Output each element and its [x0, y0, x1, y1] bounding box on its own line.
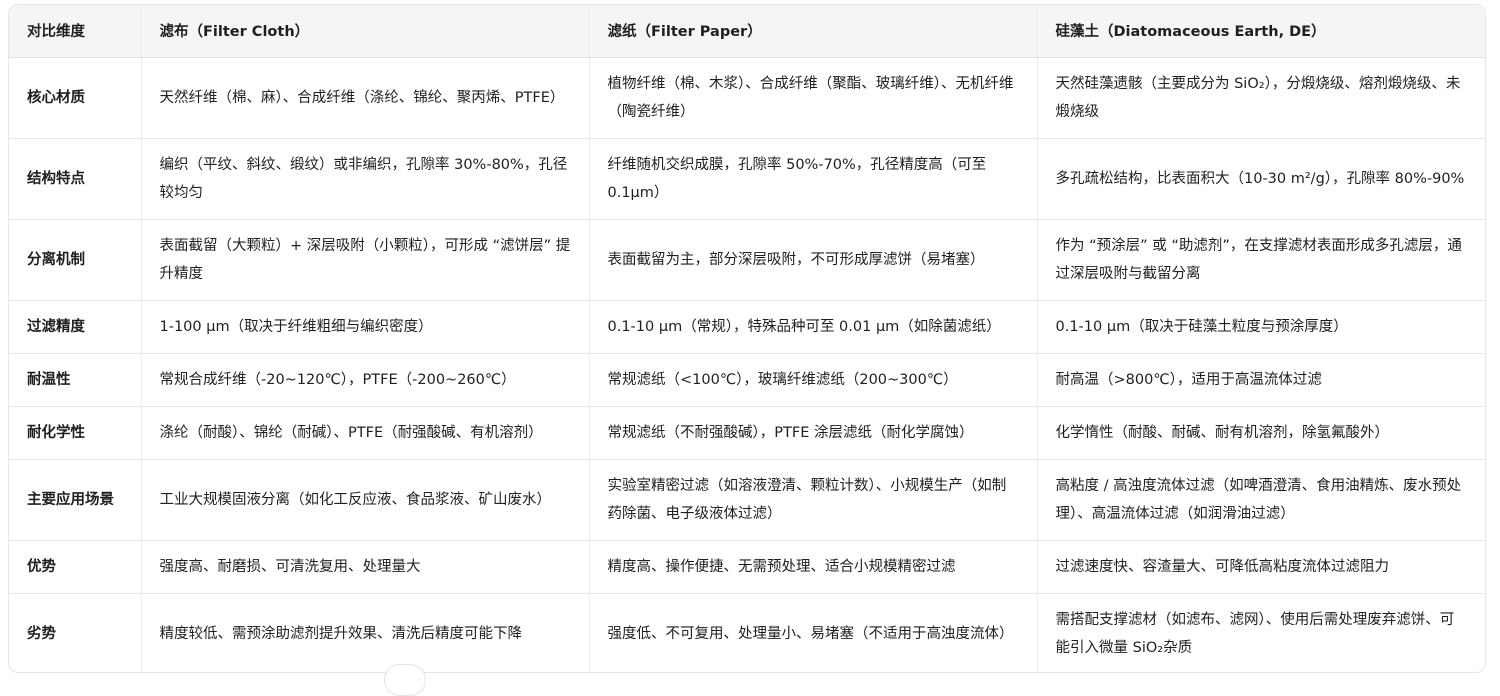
row-label: 耐化学性 — [9, 406, 142, 460]
header-filter-cloth: 滤布（Filter Cloth） — [141, 5, 590, 58]
table-row: 过滤精度 1-100 μm（取决于纤维粗细与编织密度） 0.1-10 μm（常规… — [9, 300, 1485, 354]
table-cell: 作为 “预涂层” 或 “助滤剂”，在支撑滤材表面形成多孔滤层，通过深层吸附与截留… — [1037, 219, 1485, 301]
row-label: 核心材质 — [9, 57, 142, 139]
row-label: 劣势 — [9, 593, 142, 672]
table-row: 核心材质 天然纤维（棉、麻）、合成纤维（涤纶、锦纶、聚丙烯、PTFE） 植物纤维… — [9, 57, 1485, 139]
table-cell: 常规合成纤维（-20~120℃），PTFE（-200~260℃） — [141, 353, 590, 407]
row-label: 过滤精度 — [9, 300, 142, 354]
table-cell: 编织（平纹、斜纹、缎纹）或非编织，孔隙率 30%-80%，孔径较均匀 — [141, 138, 590, 220]
table-cell: 0.1-10 μm（常规），特殊品种可至 0.01 μm（如除菌滤纸） — [589, 300, 1038, 354]
row-label: 优势 — [9, 540, 142, 594]
row-label: 分离机制 — [9, 219, 142, 301]
row-label: 耐温性 — [9, 353, 142, 407]
table-row: 结构特点 编织（平纹、斜纹、缎纹）或非编织，孔隙率 30%-80%，孔径较均匀 … — [9, 138, 1485, 220]
table-row: 分离机制 表面截留（大颗粒）+ 深层吸附（小颗粒），可形成 “滤饼层” 提升精度… — [9, 219, 1485, 301]
table-cell: 过滤速度快、容渣量大、可降低高粘度流体过滤阻力 — [1037, 540, 1485, 594]
table-cell: 天然硅藻遗骸（主要成分为 SiO₂），分煅烧级、熔剂煅烧级、未煅烧级 — [1037, 57, 1485, 139]
table-cell: 实验室精密过滤（如溶液澄清、颗粒计数）、小规模生产（如制药除菌、电子级液体过滤） — [589, 459, 1038, 541]
table-row: 耐温性 常规合成纤维（-20~120℃），PTFE（-200~260℃） 常规滤… — [9, 353, 1485, 407]
row-label: 结构特点 — [9, 138, 142, 220]
table-cell: 精度较低、需预涂助滤剂提升效果、清洗后精度可能下降 — [141, 593, 590, 672]
table-cell: 纤维随机交织成膜，孔隙率 50%-70%，孔径精度高（可至 0.1μm） — [589, 138, 1038, 220]
table-cell: 0.1-10 μm（取决于硅藻土粒度与预涂厚度） — [1037, 300, 1485, 354]
table-cell: 精度高、操作便捷、无需预处理、适合小规模精密过滤 — [589, 540, 1038, 594]
table-cell: 化学惰性（耐酸、耐碱、耐有机溶剂，除氢氟酸外） — [1037, 406, 1485, 460]
header-dimension: 对比维度 — [9, 5, 142, 58]
row-label: 主要应用场景 — [9, 459, 142, 541]
header-filter-paper: 滤纸（Filter Paper） — [589, 5, 1038, 58]
table-cell: 高粘度 / 高浊度流体过滤（如啤酒澄清、食用油精炼、废水预处理）、高温流体过滤（… — [1037, 459, 1485, 541]
table-cell: 多孔疏松结构，比表面积大（10-30 m²/g），孔隙率 80%-90% — [1037, 138, 1485, 220]
table-cell: 表面截留（大颗粒）+ 深层吸附（小颗粒），可形成 “滤饼层” 提升精度 — [141, 219, 590, 301]
table-row: 优势 强度高、耐磨损、可清洗复用、处理量大 精度高、操作便捷、无需预处理、适合小… — [9, 540, 1485, 594]
table-row: 主要应用场景 工业大规模固液分离（如化工反应液、食品浆液、矿山废水） 实验室精密… — [9, 459, 1485, 541]
table-cell: 强度低、不可复用、处理量小、易堵塞（不适用于高浊度流体） — [589, 593, 1038, 672]
table-cell: 植物纤维（棉、木浆）、合成纤维（聚酯、玻璃纤维）、无机纤维（陶瓷纤维） — [589, 57, 1038, 139]
comparison-table-container: 对比维度 滤布（Filter Cloth） 滤纸（Filter Paper） 硅… — [8, 4, 1486, 673]
table-cell: 天然纤维（棉、麻）、合成纤维（涤纶、锦纶、聚丙烯、PTFE） — [141, 57, 590, 139]
scroll-to-bottom-button[interactable] — [384, 664, 426, 696]
table-cell: 常规滤纸（<100℃），玻璃纤维滤纸（200~300℃） — [589, 353, 1038, 407]
table-cell: 1-100 μm（取决于纤维粗细与编织密度） — [141, 300, 590, 354]
header-diatomaceous-earth: 硅藻土（Diatomaceous Earth, DE） — [1037, 5, 1485, 58]
table-cell: 表面截留为主，部分深层吸附，不可形成厚滤饼（易堵塞） — [589, 219, 1038, 301]
table-cell: 常规滤纸（不耐强酸碱），PTFE 涂层滤纸（耐化学腐蚀） — [589, 406, 1038, 460]
table-cell: 需搭配支撑滤材（如滤布、滤网）、使用后需处理废弃滤饼、可能引入微量 SiO₂杂质 — [1055, 611, 1455, 656]
table-row: 耐化学性 涤纶（耐酸）、锦纶（耐碱）、PTFE（耐强酸碱、有机溶剂） 常规滤纸（… — [9, 406, 1485, 460]
table-row: 劣势 精度较低、需预涂助滤剂提升效果、清洗后精度可能下降 强度低、不可复用、处理… — [9, 593, 1485, 672]
comparison-table: 对比维度 滤布（Filter Cloth） 滤纸（Filter Paper） 硅… — [9, 5, 1485, 672]
table-header-row: 对比维度 滤布（Filter Cloth） 滤纸（Filter Paper） 硅… — [9, 5, 1485, 58]
table-cell: 耐高温（>800℃），适用于高温流体过滤 — [1037, 353, 1485, 407]
table-cell: 涤纶（耐酸）、锦纶（耐碱）、PTFE（耐强酸碱、有机溶剂） — [141, 406, 590, 460]
table-cell: 强度高、耐磨损、可清洗复用、处理量大 — [141, 540, 590, 594]
table-cell: 工业大规模固液分离（如化工反应液、食品浆液、矿山废水） — [141, 459, 590, 541]
